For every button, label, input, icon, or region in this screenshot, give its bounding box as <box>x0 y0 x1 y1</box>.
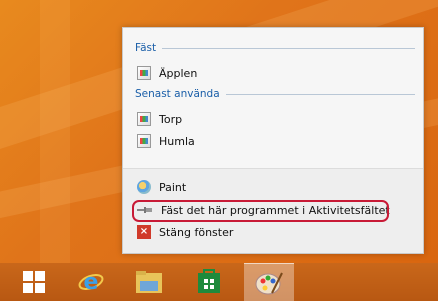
folder-icon <box>136 271 162 293</box>
recent-item-humla[interactable]: Humla <box>137 132 195 150</box>
taskbar-file-explorer[interactable] <box>124 263 174 301</box>
taskbar-paint[interactable] <box>244 263 294 301</box>
highlight-annotation <box>132 200 389 222</box>
recent-header: Senast använda <box>135 86 415 102</box>
divider <box>123 168 423 169</box>
task-close-window[interactable]: × Stäng fönster <box>137 223 233 241</box>
start-button[interactable] <box>14 263 54 301</box>
image-file-icon <box>137 66 151 80</box>
svg-text:e: e <box>84 270 99 295</box>
taskbar-internet-explorer[interactable]: e <box>66 263 116 301</box>
store-icon <box>198 269 220 293</box>
windows-logo-icon <box>23 271 45 293</box>
taskbar: e <box>0 263 438 301</box>
recent-item-torp[interactable]: Torp <box>137 110 182 128</box>
image-file-icon <box>137 134 151 148</box>
close-icon: × <box>137 225 151 239</box>
paint-icon <box>255 272 283 294</box>
task-open-paint[interactable]: Paint <box>137 178 186 196</box>
image-file-icon <box>137 112 151 126</box>
taskbar-windows-store[interactable] <box>184 263 234 301</box>
internet-explorer-icon: e <box>78 270 104 295</box>
pinned-item-applen[interactable]: Äpplen <box>137 64 197 82</box>
paint-icon <box>137 180 151 194</box>
pinned-header: Fäst <box>135 40 415 56</box>
